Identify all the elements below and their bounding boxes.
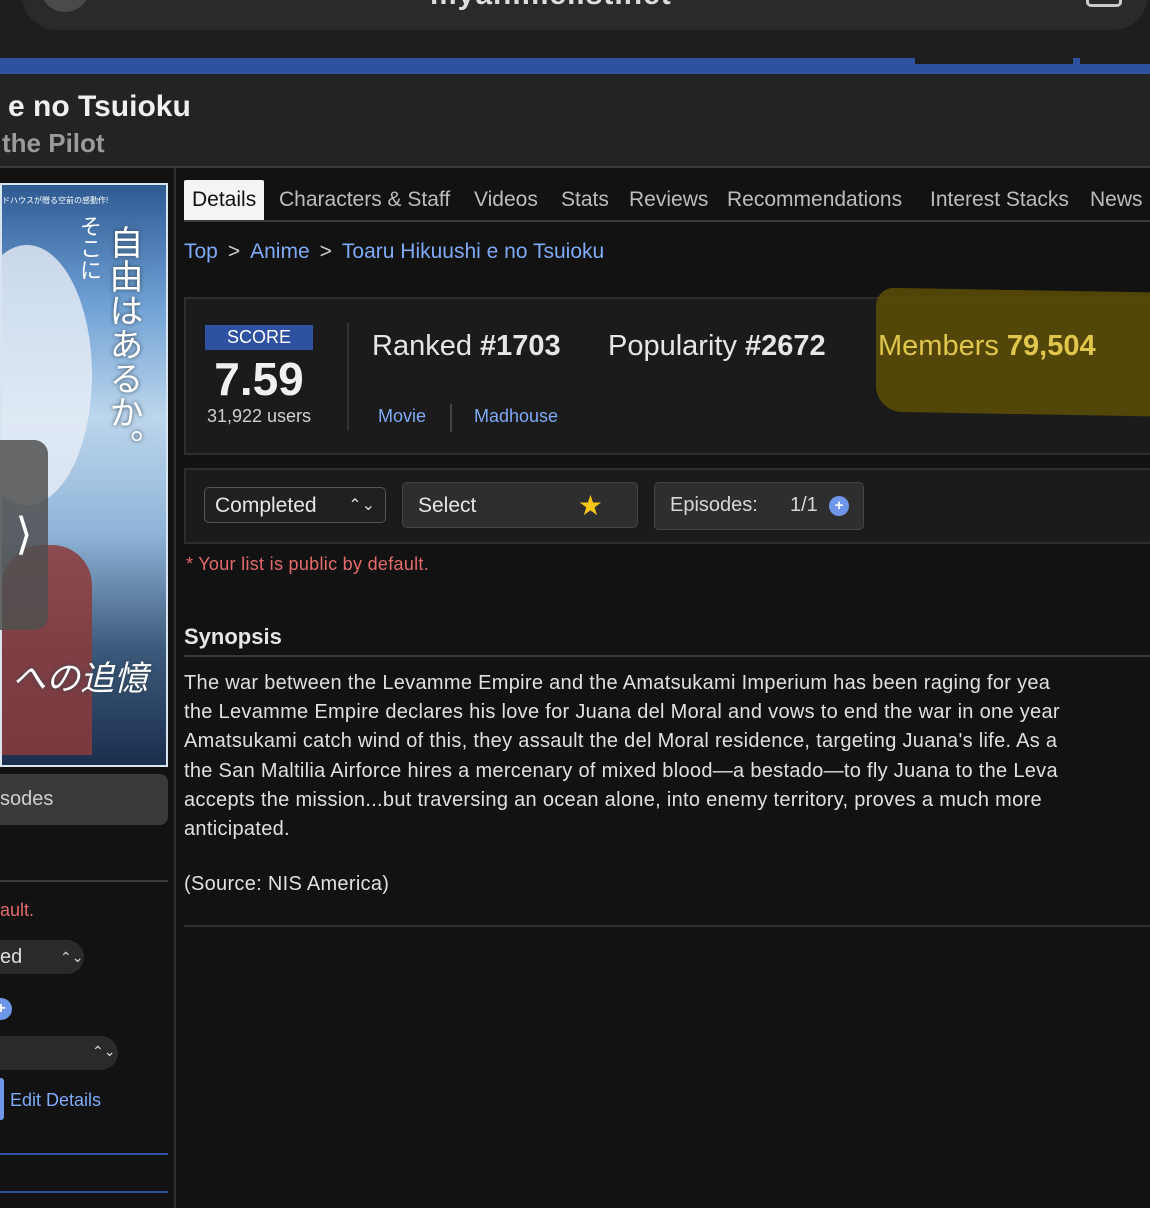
breadcrumb-anime[interactable]: Anime xyxy=(250,240,310,263)
divider xyxy=(450,404,452,432)
synopsis-line: accepts the mission...but traversing an … xyxy=(184,788,1042,811)
breadcrumb-current[interactable]: Toaru Hikuushi e no Tsuioku xyxy=(342,240,604,263)
breadcrumb-separator: > xyxy=(319,240,332,263)
anime-title: e no Tsuioku xyxy=(8,90,191,123)
ranked-value: #1703 xyxy=(480,330,561,362)
popularity-value: #2672 xyxy=(745,330,826,362)
divider xyxy=(0,880,168,882)
synopsis-heading: Synopsis xyxy=(184,624,282,649)
synopsis-source: (Source: NIS America) xyxy=(184,873,390,895)
score-users: 31,922 users xyxy=(206,406,312,426)
tab-stats[interactable]: Stats xyxy=(561,180,609,220)
poster-vertical-text: 自由はあるか。 xyxy=(103,225,143,463)
tab-reviews[interactable]: Reviews xyxy=(629,180,708,220)
sidebar-score-select[interactable]: ⌃⌄ xyxy=(0,1036,118,1070)
rating-select[interactable]: Select ★ xyxy=(402,482,638,528)
synopsis-line: anticipated. xyxy=(184,818,290,841)
tab-characters-staff[interactable]: Characters & Staff xyxy=(279,180,450,220)
poster-tagline: ドハウスが贈る空前の感動作! xyxy=(2,196,109,205)
detail-tabs: Details Characters & Staff Videos Stats … xyxy=(184,180,1150,222)
increment-episode-icon[interactable]: + xyxy=(829,496,849,516)
members-value: 79,504 xyxy=(1006,330,1096,362)
chevron-updown-icon: ⌃⌄ xyxy=(92,1043,116,1059)
type-link[interactable]: Movie xyxy=(378,406,426,427)
status-value: Completed xyxy=(215,494,317,517)
members: Members 79,504 xyxy=(878,330,1096,363)
synopsis-line: Amatsukami catch wind of this, they assa… xyxy=(184,730,1058,753)
public-list-note: * Your list is public by default. xyxy=(186,554,430,574)
tab-details[interactable]: Details xyxy=(184,180,265,220)
url-text[interactable]: myanimelist.net xyxy=(430,0,672,12)
tab-videos[interactable]: Videos xyxy=(474,180,538,220)
popularity-label: Popularity xyxy=(608,330,737,362)
next-image-button[interactable]: ⟩ xyxy=(0,440,48,630)
synopsis-line: the Levamme Empire declares his love for… xyxy=(184,701,1060,724)
edit-details-link[interactable]: Edit Details xyxy=(10,1090,101,1111)
sidebar-status-select[interactable]: ed ⌃⌄ xyxy=(0,940,84,974)
ranked: Ranked #1703 xyxy=(372,330,561,363)
tab-recommendations[interactable]: Recommendations xyxy=(727,180,902,220)
divider xyxy=(0,1191,168,1193)
rating-placeholder: Select xyxy=(418,494,477,517)
divider xyxy=(184,925,1150,927)
breadcrumb-top[interactable]: Top xyxy=(184,240,218,263)
synopsis-text: The war between the Levamme Empire and t… xyxy=(184,669,1150,844)
breadcrumb-separator: > xyxy=(227,240,241,263)
tab-interest-stacks[interactable]: Interest Stacks xyxy=(930,180,1069,220)
chevron-updown-icon: ⌃⌄ xyxy=(348,497,375,514)
members-label: Members xyxy=(878,330,999,362)
episodes-label: Episodes: xyxy=(670,494,758,516)
episodes-button[interactable]: sodes xyxy=(0,774,168,825)
edit-details-accent xyxy=(0,1078,4,1120)
site-nav-bar xyxy=(0,58,1150,74)
synopsis-line: The war between the Levamme Empire and t… xyxy=(184,672,1051,694)
status-select[interactable]: Completed ⌃⌄ xyxy=(204,487,386,523)
ranked-label: Ranked xyxy=(372,330,472,362)
tabs-icon[interactable] xyxy=(1086,0,1122,7)
chevron-updown-icon: ⌃⌄ xyxy=(60,949,84,965)
star-icon: ★ xyxy=(577,490,603,521)
score-value: 7.59 xyxy=(214,353,304,405)
anime-english-title: the Pilot xyxy=(2,128,105,158)
divider xyxy=(184,655,1150,657)
episodes-count[interactable]: 1/1 xyxy=(790,494,818,517)
tab-news[interactable]: News xyxy=(1090,180,1143,220)
score-label: SCORE xyxy=(205,325,313,350)
sidebar-status-value: ed xyxy=(0,946,23,968)
studio-link[interactable]: Madhouse xyxy=(474,406,558,427)
popularity: Popularity #2672 xyxy=(608,330,826,363)
poster-title-text: への追憶 xyxy=(12,659,148,699)
synopsis-line: the San Maltilia Airforce hires a mercen… xyxy=(184,759,1058,782)
sidebar-public-note: ault. xyxy=(0,900,35,920)
divider xyxy=(347,323,349,431)
breadcrumb: Top > Anime > Toaru Hikuushi e no Tsuioku xyxy=(184,240,604,264)
divider xyxy=(0,1153,168,1155)
